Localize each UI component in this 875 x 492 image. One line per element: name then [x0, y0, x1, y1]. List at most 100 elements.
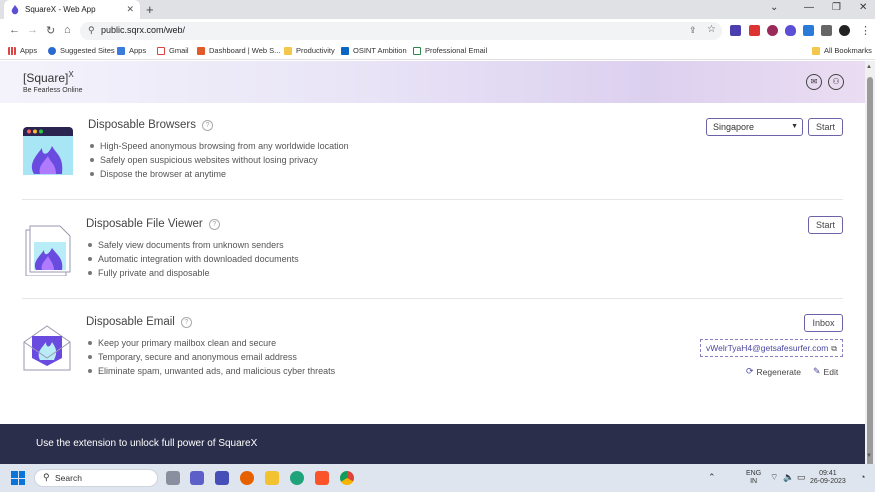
feature-list: High-Speed anonymous browsing from any w…: [89, 139, 349, 181]
brave-icon[interactable]: [315, 471, 329, 485]
chevron-up-icon[interactable]: ⌃: [708, 472, 716, 483]
bookmark-suggested-sites[interactable]: Suggested Sites: [48, 46, 115, 55]
bookmark-gmail[interactable]: Gmail: [157, 46, 189, 55]
start-file-viewer-button[interactable]: Start: [808, 216, 843, 234]
start-browser-button[interactable]: Start: [808, 118, 843, 136]
extension-icon[interactable]: [730, 25, 741, 36]
address-bar[interactable]: ⚲ public.sqrx.com/web/ ⇪ ☆: [80, 22, 722, 40]
email-address-field[interactable]: vWelrTyaH4@getsafesurfer.com ⧉: [700, 339, 843, 357]
language-indicator[interactable]: ENG IN: [746, 470, 761, 486]
brand-logo[interactable]: [Square]X: [23, 70, 74, 85]
copy-icon[interactable]: ⧉: [831, 341, 837, 357]
profile-avatar[interactable]: [839, 25, 850, 36]
regenerate-link[interactable]: ⟳ Regenerate: [746, 366, 801, 377]
extensions-puzzle-icon[interactable]: [821, 25, 832, 36]
task-view-icon[interactable]: [166, 471, 180, 485]
banner-text: Use the extension to unlock full power o…: [36, 438, 258, 449]
extension-icon[interactable]: [767, 25, 778, 36]
list-item: Temporary, secure and anonymous email ad…: [87, 350, 335, 364]
inbox-button[interactable]: Inbox: [804, 314, 843, 332]
teams-icon[interactable]: [215, 471, 229, 485]
reload-icon[interactable]: ↻: [46, 24, 55, 37]
bookmark-star-icon[interactable]: ☆: [707, 24, 716, 35]
edit-icon: ✎: [813, 366, 821, 376]
battery-icon[interactable]: ▭: [797, 472, 806, 483]
bookmarks-bar: Apps Suggested Sites Apps Gmail Dashboar…: [0, 43, 875, 60]
mail-icon: [413, 46, 421, 55]
list-item: Dispose the browser at anytime: [89, 167, 349, 181]
location-select[interactable]: Singapore ▼: [706, 118, 803, 136]
teams-chat-icon[interactable]: [190, 471, 204, 485]
help-icon[interactable]: ?: [208, 218, 220, 230]
browser-toolbar: ← → ↻ ⌂ ⚲ public.sqrx.com/web/ ⇪ ☆ ⋮: [0, 19, 875, 43]
email-flame-icon: [23, 325, 71, 371]
edge-icon[interactable]: [290, 471, 304, 485]
squarex-extension-icon[interactable]: [785, 25, 796, 36]
card-title: Disposable Email ?: [86, 316, 192, 328]
folder-icon: [284, 46, 292, 55]
firefox-icon[interactable]: [240, 471, 254, 485]
url-text: public.sqrx.com/web/: [101, 25, 186, 35]
bookmark-osint[interactable]: OSINT Ambition: [341, 46, 407, 55]
linkedin-icon: [341, 46, 349, 55]
user-account-icon[interactable]: ⚇: [828, 74, 844, 90]
app-header: [Square]X Be Fearless Online ✉ ⚇: [0, 61, 865, 103]
divider: [22, 199, 843, 200]
disposable-browsers-card: Disposable Browsers ? High-Speed anonymo…: [22, 118, 843, 188]
share-icon[interactable]: ⇪: [689, 25, 697, 36]
scroll-thumb[interactable]: [867, 77, 873, 472]
bookmark-apps-2[interactable]: Apps: [117, 46, 146, 55]
site-info-icon[interactable]: ⚲: [88, 25, 95, 36]
chevron-down-icon: ▼: [791, 123, 798, 130]
divider: [22, 298, 843, 299]
volume-icon[interactable]: 🔈: [783, 472, 794, 483]
windows-taskbar: ⚲ Search ⌃ ENG IN ⌔ 🔈 ▭ 09:41 26-09-2023 ◔: [0, 464, 875, 492]
list-item: Safely open suspicious websites without …: [89, 153, 349, 167]
help-icon[interactable]: ?: [202, 119, 214, 131]
bookmark-productivity[interactable]: Productivity: [284, 46, 335, 55]
apps-grid-icon: [8, 46, 16, 55]
brand-tagline: Be Fearless Online: [23, 87, 83, 94]
file-viewer-flame-icon: [25, 225, 71, 276]
bookmark-apps[interactable]: Apps: [8, 46, 37, 55]
browser-tab[interactable]: SquareX - Web App ✕: [4, 0, 140, 19]
tab-title: SquareX - Web App: [25, 5, 96, 14]
home-icon[interactable]: ⌂: [64, 24, 71, 36]
edit-link[interactable]: ✎ Edit: [813, 366, 838, 377]
close-window-icon[interactable]: ✕: [859, 2, 867, 13]
clock[interactable]: 09:41 26-09-2023: [810, 470, 846, 486]
file-explorer-icon[interactable]: [265, 471, 279, 485]
list-item: Eliminate spam, unwanted ads, and malici…: [87, 364, 335, 378]
chrome-icon[interactable]: [340, 471, 354, 485]
extension-icon[interactable]: [803, 25, 814, 36]
bookmark-professional-email[interactable]: Professional Email: [413, 46, 487, 55]
taskbar-search[interactable]: ⚲ Search: [34, 469, 158, 487]
scroll-down-icon[interactable]: ▼: [866, 453, 872, 459]
gmail-icon: [157, 46, 165, 55]
all-bookmarks[interactable]: All Bookmarks: [812, 46, 872, 55]
minimize-icon[interactable]: —: [804, 2, 814, 13]
restore-icon[interactable]: ❐: [832, 2, 841, 13]
extension-banner: Use the extension to unlock full power o…: [0, 424, 865, 464]
help-icon[interactable]: ?: [180, 316, 192, 328]
back-icon[interactable]: ←: [9, 24, 20, 36]
notifications-icon[interactable]: ◔: [860, 472, 865, 482]
forward-icon[interactable]: →: [27, 24, 38, 36]
extension-icon[interactable]: [749, 25, 760, 36]
scroll-up-icon[interactable]: ▲: [866, 64, 872, 70]
disposable-email-card: Disposable Email ? Keep your primary mai…: [22, 314, 843, 394]
page-scrollbar[interactable]: ▲ ▼: [865, 61, 875, 472]
list-item: Keep your primary mailbox clean and secu…: [87, 336, 335, 350]
new-tab-icon[interactable]: +: [146, 2, 154, 17]
mail-icon[interactable]: ✉: [806, 74, 822, 90]
more-menu-icon[interactable]: ⋮: [860, 24, 871, 37]
bookmark-dashboard[interactable]: Dashboard | Web S...: [197, 46, 280, 55]
card-title: Disposable File Viewer ?: [86, 218, 220, 230]
disposable-file-viewer-card: Disposable File Viewer ? Safely view doc…: [22, 216, 843, 286]
apps-grid-icon: [117, 46, 125, 55]
chevron-down-icon[interactable]: ⌄: [770, 2, 778, 13]
search-icon: ⚲: [43, 472, 50, 482]
windows-start-icon[interactable]: [11, 471, 25, 485]
wifi-icon[interactable]: ⌔: [770, 472, 778, 483]
tab-close-icon[interactable]: ✕: [126, 4, 134, 15]
